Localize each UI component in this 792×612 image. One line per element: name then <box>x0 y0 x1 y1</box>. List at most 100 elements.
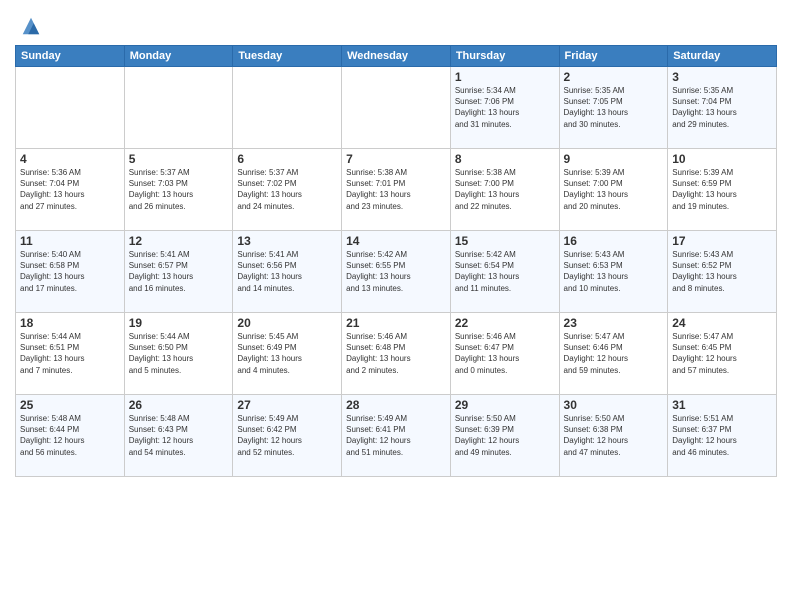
day-number: 23 <box>564 316 664 330</box>
day-number: 1 <box>455 70 555 84</box>
calendar-week-4: 18Sunrise: 5:44 AM Sunset: 6:51 PM Dayli… <box>16 313 777 395</box>
calendar-cell: 22Sunrise: 5:46 AM Sunset: 6:47 PM Dayli… <box>450 313 559 395</box>
day-number: 27 <box>237 398 337 412</box>
day-number: 22 <box>455 316 555 330</box>
weekday-header-wednesday: Wednesday <box>342 46 451 67</box>
day-number: 10 <box>672 152 772 166</box>
calendar-cell <box>124 67 233 149</box>
calendar-cell: 1Sunrise: 5:34 AM Sunset: 7:06 PM Daylig… <box>450 67 559 149</box>
day-number: 13 <box>237 234 337 248</box>
weekday-header-friday: Friday <box>559 46 668 67</box>
day-info: Sunrise: 5:44 AM Sunset: 6:51 PM Dayligh… <box>20 331 120 376</box>
day-info: Sunrise: 5:41 AM Sunset: 6:56 PM Dayligh… <box>237 249 337 294</box>
day-info: Sunrise: 5:47 AM Sunset: 6:45 PM Dayligh… <box>672 331 772 376</box>
day-info: Sunrise: 5:40 AM Sunset: 6:58 PM Dayligh… <box>20 249 120 294</box>
day-number: 8 <box>455 152 555 166</box>
calendar-cell: 17Sunrise: 5:43 AM Sunset: 6:52 PM Dayli… <box>668 231 777 313</box>
day-info: Sunrise: 5:37 AM Sunset: 7:03 PM Dayligh… <box>129 167 229 212</box>
calendar-cell: 18Sunrise: 5:44 AM Sunset: 6:51 PM Dayli… <box>16 313 125 395</box>
day-info: Sunrise: 5:50 AM Sunset: 6:39 PM Dayligh… <box>455 413 555 458</box>
day-info: Sunrise: 5:35 AM Sunset: 7:05 PM Dayligh… <box>564 85 664 130</box>
day-info: Sunrise: 5:48 AM Sunset: 6:44 PM Dayligh… <box>20 413 120 458</box>
day-number: 30 <box>564 398 664 412</box>
day-info: Sunrise: 5:38 AM Sunset: 7:00 PM Dayligh… <box>455 167 555 212</box>
day-number: 9 <box>564 152 664 166</box>
day-number: 19 <box>129 316 229 330</box>
day-number: 29 <box>455 398 555 412</box>
day-info: Sunrise: 5:49 AM Sunset: 6:41 PM Dayligh… <box>346 413 446 458</box>
day-number: 7 <box>346 152 446 166</box>
day-number: 2 <box>564 70 664 84</box>
day-info: Sunrise: 5:42 AM Sunset: 6:54 PM Dayligh… <box>455 249 555 294</box>
calendar-week-1: 1Sunrise: 5:34 AM Sunset: 7:06 PM Daylig… <box>16 67 777 149</box>
day-info: Sunrise: 5:44 AM Sunset: 6:50 PM Dayligh… <box>129 331 229 376</box>
day-number: 18 <box>20 316 120 330</box>
calendar-week-5: 25Sunrise: 5:48 AM Sunset: 6:44 PM Dayli… <box>16 395 777 477</box>
day-number: 4 <box>20 152 120 166</box>
day-number: 24 <box>672 316 772 330</box>
calendar-cell: 21Sunrise: 5:46 AM Sunset: 6:48 PM Dayli… <box>342 313 451 395</box>
day-number: 21 <box>346 316 446 330</box>
weekday-header-monday: Monday <box>124 46 233 67</box>
day-info: Sunrise: 5:45 AM Sunset: 6:49 PM Dayligh… <box>237 331 337 376</box>
calendar-cell: 26Sunrise: 5:48 AM Sunset: 6:43 PM Dayli… <box>124 395 233 477</box>
day-info: Sunrise: 5:39 AM Sunset: 7:00 PM Dayligh… <box>564 167 664 212</box>
day-info: Sunrise: 5:41 AM Sunset: 6:57 PM Dayligh… <box>129 249 229 294</box>
header <box>15 10 777 37</box>
day-info: Sunrise: 5:48 AM Sunset: 6:43 PM Dayligh… <box>129 413 229 458</box>
day-number: 25 <box>20 398 120 412</box>
day-info: Sunrise: 5:36 AM Sunset: 7:04 PM Dayligh… <box>20 167 120 212</box>
day-info: Sunrise: 5:46 AM Sunset: 6:48 PM Dayligh… <box>346 331 446 376</box>
calendar-cell <box>233 67 342 149</box>
calendar-container: SundayMondayTuesdayWednesdayThursdayFrid… <box>0 0 792 482</box>
day-info: Sunrise: 5:46 AM Sunset: 6:47 PM Dayligh… <box>455 331 555 376</box>
day-info: Sunrise: 5:39 AM Sunset: 6:59 PM Dayligh… <box>672 167 772 212</box>
calendar-cell: 24Sunrise: 5:47 AM Sunset: 6:45 PM Dayli… <box>668 313 777 395</box>
day-info: Sunrise: 5:35 AM Sunset: 7:04 PM Dayligh… <box>672 85 772 130</box>
day-info: Sunrise: 5:38 AM Sunset: 7:01 PM Dayligh… <box>346 167 446 212</box>
day-number: 31 <box>672 398 772 412</box>
day-number: 11 <box>20 234 120 248</box>
calendar-cell <box>16 67 125 149</box>
day-number: 28 <box>346 398 446 412</box>
calendar-cell: 20Sunrise: 5:45 AM Sunset: 6:49 PM Dayli… <box>233 313 342 395</box>
calendar-cell: 10Sunrise: 5:39 AM Sunset: 6:59 PM Dayli… <box>668 149 777 231</box>
logo-icon <box>20 15 42 37</box>
calendar-week-3: 11Sunrise: 5:40 AM Sunset: 6:58 PM Dayli… <box>16 231 777 313</box>
day-info: Sunrise: 5:42 AM Sunset: 6:55 PM Dayligh… <box>346 249 446 294</box>
day-info: Sunrise: 5:47 AM Sunset: 6:46 PM Dayligh… <box>564 331 664 376</box>
calendar-cell: 12Sunrise: 5:41 AM Sunset: 6:57 PM Dayli… <box>124 231 233 313</box>
calendar-cell: 8Sunrise: 5:38 AM Sunset: 7:00 PM Daylig… <box>450 149 559 231</box>
calendar-header: SundayMondayTuesdayWednesdayThursdayFrid… <box>16 46 777 67</box>
day-info: Sunrise: 5:37 AM Sunset: 7:02 PM Dayligh… <box>237 167 337 212</box>
calendar-cell: 30Sunrise: 5:50 AM Sunset: 6:38 PM Dayli… <box>559 395 668 477</box>
calendar-cell: 15Sunrise: 5:42 AM Sunset: 6:54 PM Dayli… <box>450 231 559 313</box>
day-info: Sunrise: 5:50 AM Sunset: 6:38 PM Dayligh… <box>564 413 664 458</box>
day-info: Sunrise: 5:51 AM Sunset: 6:37 PM Dayligh… <box>672 413 772 458</box>
calendar-cell: 13Sunrise: 5:41 AM Sunset: 6:56 PM Dayli… <box>233 231 342 313</box>
weekday-header-thursday: Thursday <box>450 46 559 67</box>
weekday-header-sunday: Sunday <box>16 46 125 67</box>
day-info: Sunrise: 5:49 AM Sunset: 6:42 PM Dayligh… <box>237 413 337 458</box>
calendar-cell: 14Sunrise: 5:42 AM Sunset: 6:55 PM Dayli… <box>342 231 451 313</box>
calendar-table: SundayMondayTuesdayWednesdayThursdayFrid… <box>15 45 777 477</box>
calendar-cell: 7Sunrise: 5:38 AM Sunset: 7:01 PM Daylig… <box>342 149 451 231</box>
weekday-header-tuesday: Tuesday <box>233 46 342 67</box>
calendar-cell: 9Sunrise: 5:39 AM Sunset: 7:00 PM Daylig… <box>559 149 668 231</box>
calendar-cell: 19Sunrise: 5:44 AM Sunset: 6:50 PM Dayli… <box>124 313 233 395</box>
logo <box>15 15 42 37</box>
calendar-cell: 5Sunrise: 5:37 AM Sunset: 7:03 PM Daylig… <box>124 149 233 231</box>
day-info: Sunrise: 5:43 AM Sunset: 6:52 PM Dayligh… <box>672 249 772 294</box>
calendar-cell <box>342 67 451 149</box>
calendar-cell: 11Sunrise: 5:40 AM Sunset: 6:58 PM Dayli… <box>16 231 125 313</box>
day-number: 20 <box>237 316 337 330</box>
day-number: 16 <box>564 234 664 248</box>
weekday-header-saturday: Saturday <box>668 46 777 67</box>
day-info: Sunrise: 5:34 AM Sunset: 7:06 PM Dayligh… <box>455 85 555 130</box>
calendar-cell: 27Sunrise: 5:49 AM Sunset: 6:42 PM Dayli… <box>233 395 342 477</box>
day-number: 14 <box>346 234 446 248</box>
day-number: 15 <box>455 234 555 248</box>
day-number: 17 <box>672 234 772 248</box>
calendar-cell: 2Sunrise: 5:35 AM Sunset: 7:05 PM Daylig… <box>559 67 668 149</box>
day-number: 6 <box>237 152 337 166</box>
